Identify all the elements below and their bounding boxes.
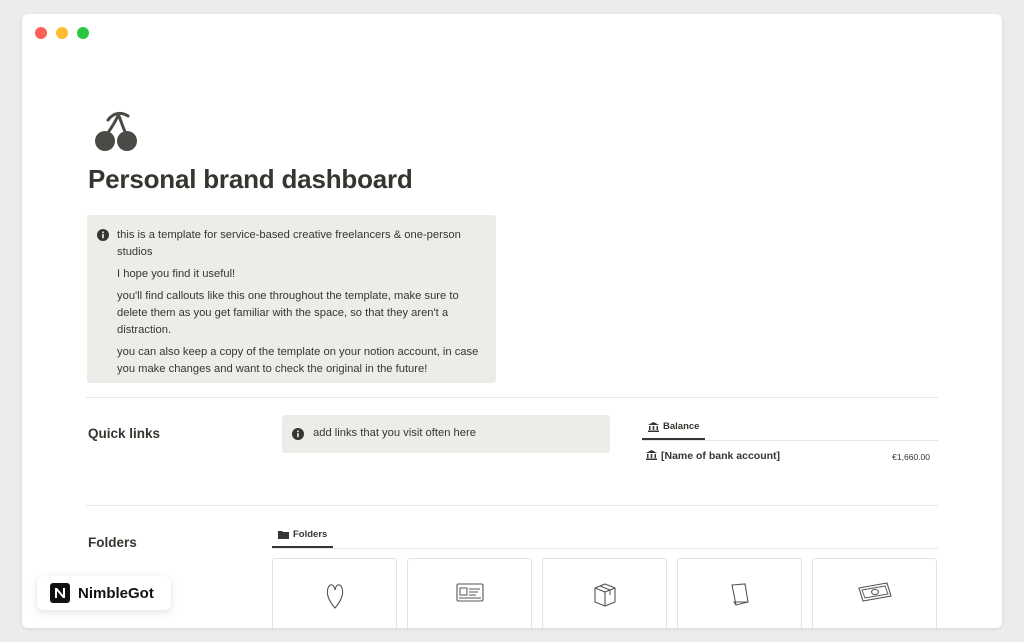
maximize-window-button[interactable] <box>77 27 89 39</box>
watermark-brand: NimbleGot <box>78 584 154 602</box>
intro-callout[interactable]: this is a template for service-based cre… <box>87 215 496 383</box>
folder-icon <box>278 531 289 539</box>
section-divider <box>86 397 938 398</box>
section-divider <box>86 505 938 506</box>
bank-account-amount: €1,660.00 <box>892 452 930 462</box>
tab-balance[interactable]: Balance <box>642 418 706 440</box>
balance-row[interactable]: [Name of bank account] €1,660.00 <box>642 447 938 465</box>
folder-card[interactable] <box>272 558 397 628</box>
cherry-icon[interactable] <box>92 106 140 154</box>
folders-heading: Folders <box>88 535 137 550</box>
heart-doodle-icon <box>326 584 343 609</box>
window-controls <box>35 27 89 39</box>
info-icon <box>292 428 304 440</box>
balance-view-tabs: Balance <box>642 418 938 441</box>
page-title[interactable]: Personal brand dashboard <box>88 164 413 195</box>
tab-folders[interactable]: Folders <box>272 526 334 548</box>
callout-paragraph: I hope you find it useful! <box>117 268 236 280</box>
tab-balance-label: Balance <box>663 421 700 432</box>
box-doodle-icon <box>593 583 616 607</box>
watermark-badge: NimbleGot <box>37 576 171 610</box>
folder-card[interactable] <box>812 558 937 628</box>
folder-card[interactable] <box>677 558 802 628</box>
bank-account-name: [Name of bank account] <box>661 450 781 462</box>
tab-folders-label: Folders <box>293 529 328 540</box>
callout-paragraph: you can also keep a copy of the template… <box>117 346 479 375</box>
paper-doodle-icon <box>730 583 749 606</box>
folder-card[interactable] <box>542 558 667 628</box>
folder-card[interactable] <box>407 558 532 628</box>
folder-gallery <box>272 558 938 628</box>
quick-links-callout[interactable]: add links that you visit often here <box>282 415 610 453</box>
quick-links-callout-text: add links that you visit often here <box>313 427 476 439</box>
info-icon <box>97 229 109 241</box>
nimblegot-logo-icon <box>50 583 70 603</box>
id-card-doodle-icon <box>455 583 484 602</box>
callout-paragraph: this is a template for service-based cre… <box>117 229 461 258</box>
bank-icon <box>648 421 659 432</box>
money-doodle-icon <box>857 582 892 602</box>
folders-view-tabs: Folders <box>272 526 938 549</box>
app-window: Personal brand dashboard this is a templ… <box>22 14 1002 628</box>
minimize-window-button[interactable] <box>56 27 68 39</box>
callout-paragraph: you'll find callouts like this one throu… <box>117 290 459 336</box>
bank-icon <box>646 450 657 460</box>
close-window-button[interactable] <box>35 27 47 39</box>
quick-links-heading: Quick links <box>88 426 161 441</box>
